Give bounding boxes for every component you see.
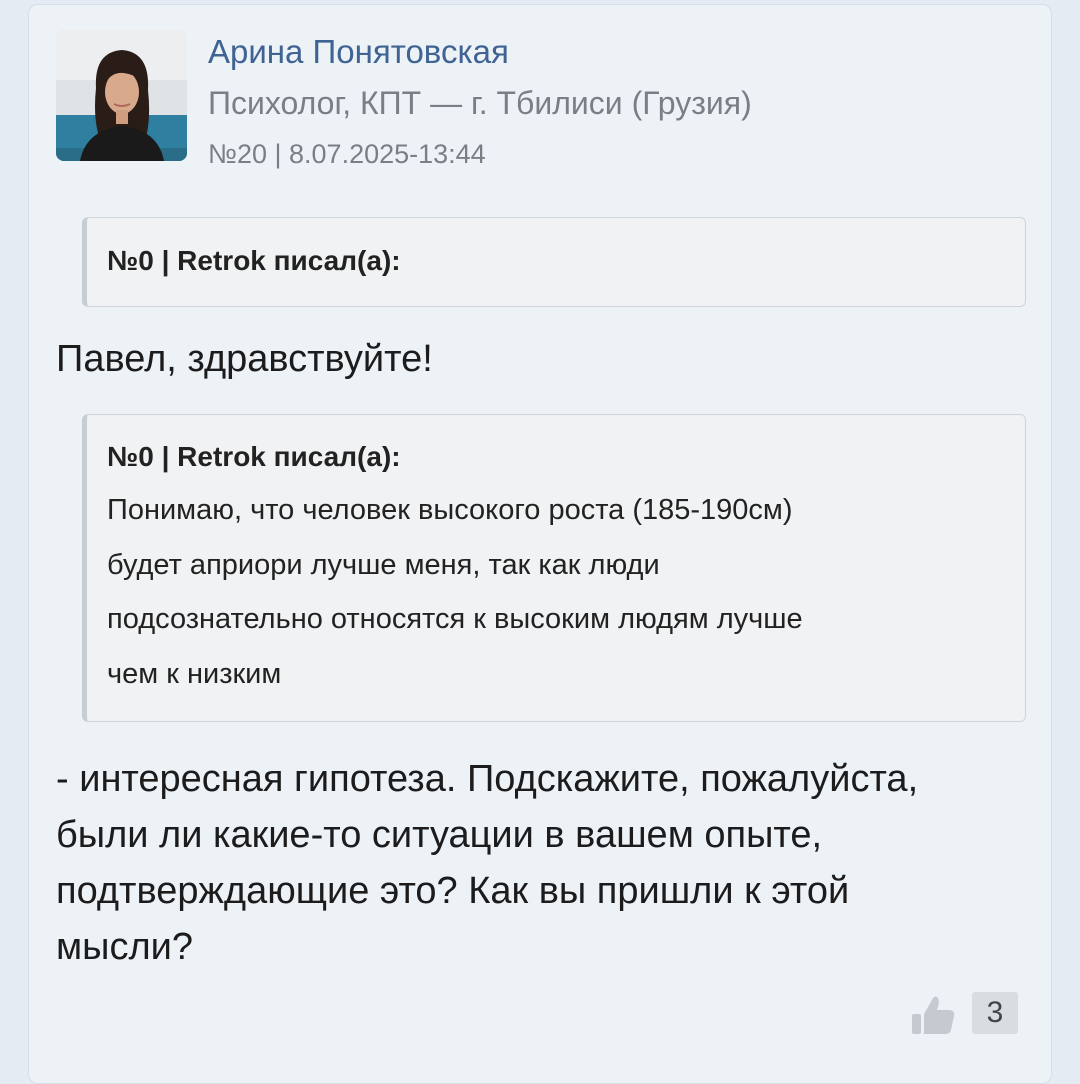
post-meta: №20 | 8.07.2025-13:44: [208, 139, 486, 169]
post-greeting: Павел, здравствуйте!: [56, 338, 433, 380]
like-control[interactable]: 3: [909, 990, 1021, 1036]
quote-header: №0 | Retrok писал(а):: [107, 245, 401, 276]
quote-header: №0 | Retrok писал(а):: [107, 441, 401, 472]
thumbs-up-icon[interactable]: [909, 992, 959, 1038]
quote-line: будет априори лучше меня, так как люди: [107, 548, 660, 581]
author-name-link[interactable]: Арина Понятовская: [208, 32, 509, 72]
quote-line: Понимаю, что человек высокого роста (185…: [107, 494, 793, 526]
body-line: мысли?: [56, 926, 193, 968]
quote-line: чем к низким: [107, 657, 282, 690]
quote-line: подсознательно относятся к высоким людям…: [107, 603, 803, 635]
body-line: - интересная гипотеза. Подскажите, пожал…: [56, 758, 919, 800]
quote-block-1: №0 | Retrok писал(а):: [82, 217, 1026, 307]
like-count-badge: 3: [972, 992, 1018, 1034]
author-avatar[interactable]: [56, 30, 187, 161]
author-role: Психолог, КПТ — г. Тбилиси (Грузия): [208, 85, 752, 121]
body-line: были ли какие-то ситуации в вашем опыте,: [56, 814, 823, 856]
body-line: подтверждающие это? Как вы пришли к этой: [56, 870, 850, 912]
post-body-text: - интересная гипотеза. Подскажите, пожал…: [56, 751, 1036, 975]
forum-post-card: Арина Понятовская Психолог, КПТ — г. Тби…: [28, 4, 1052, 1084]
quote-text: Понимаю, что человек высокого роста (185…: [107, 483, 1005, 701]
quote-block-2: №0 | Retrok писал(а): Понимаю, что челов…: [82, 414, 1026, 722]
